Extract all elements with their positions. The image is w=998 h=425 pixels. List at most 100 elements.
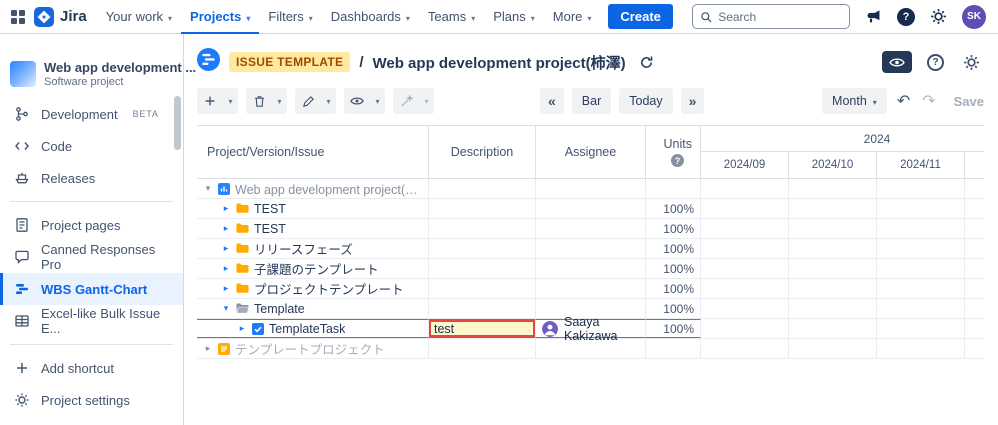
column-header-units[interactable]: Units ? [646, 126, 701, 178]
units-cell[interactable]: 100% [646, 319, 701, 338]
tools-button[interactable] [393, 88, 434, 114]
visibility-toggle-button[interactable] [882, 51, 912, 73]
timeline-cell[interactable] [701, 239, 984, 258]
expand-chevron-icon[interactable] [221, 204, 231, 213]
timeline-cell[interactable] [701, 179, 984, 198]
units-cell[interactable]: 100% [646, 199, 701, 218]
edit-button[interactable] [295, 88, 336, 114]
assignee-cell[interactable]: Saaya Kakizawa [536, 319, 646, 338]
project-header[interactable]: Web app development ... Software project [0, 46, 183, 98]
save-button[interactable]: Save [954, 94, 984, 109]
expand-chevron-icon[interactable] [203, 344, 213, 353]
zoom-level-dropdown[interactable]: Month [822, 88, 887, 114]
units-cell[interactable]: 100% [646, 239, 701, 258]
search-input[interactable] [718, 10, 842, 24]
description-cell[interactable] [429, 199, 536, 218]
units-cell[interactable]: 100% [646, 299, 701, 318]
assignee-cell[interactable] [536, 339, 646, 358]
sidebar-item-wbs-gantt-chart[interactable]: WBS Gantt-Chart [0, 273, 183, 305]
nav-dashboards[interactable]: Dashboards [322, 0, 419, 34]
gantt-settings-gear-icon[interactable] [959, 50, 984, 75]
collapse-chevron-icon[interactable] [221, 304, 231, 313]
column-header-project[interactable]: Project/Version/Issue [197, 126, 429, 178]
units-cell[interactable]: 100% [646, 259, 701, 278]
assignee-cell[interactable] [536, 279, 646, 298]
nav-plans[interactable]: Plans [484, 0, 544, 34]
nav-projects[interactable]: Projects [181, 0, 259, 34]
table-row-folder[interactable]: リリースフェーズ 100% [197, 239, 984, 259]
timeline-cell[interactable] [701, 319, 984, 338]
sidebar-item-project-pages[interactable]: Project pages [0, 209, 183, 241]
assignee-cell[interactable] [536, 239, 646, 258]
announcements-icon[interactable] [861, 4, 886, 29]
sidebar-scrollbar[interactable] [174, 96, 181, 150]
scroll-right-button[interactable]: » [681, 88, 705, 114]
timeline-cell[interactable] [701, 259, 984, 278]
description-cell[interactable] [429, 259, 536, 278]
table-row-folder[interactable]: プロジェクトテンプレート 100% [197, 279, 984, 299]
timeline-cell[interactable] [701, 199, 984, 218]
column-header-description[interactable]: Description [429, 126, 536, 178]
sidebar-item-releases[interactable]: Releases [0, 162, 183, 194]
global-search[interactable] [692, 4, 850, 29]
user-avatar[interactable]: SK [962, 5, 986, 29]
assignee-cell[interactable] [536, 259, 646, 278]
units-cell[interactable]: 100% [646, 219, 701, 238]
help-icon[interactable]: ? [927, 54, 944, 71]
table-row-project[interactable]: Web app development project(柿澤) [197, 179, 984, 199]
collapse-chevron-icon[interactable] [203, 184, 213, 193]
table-row-folder[interactable]: TEST 100% [197, 199, 984, 219]
table-row-folder[interactable]: TEST 100% [197, 219, 984, 239]
description-cell[interactable] [429, 179, 536, 198]
units-cell[interactable] [646, 179, 701, 198]
assignee-cell[interactable] [536, 219, 646, 238]
nav-more[interactable]: More [544, 0, 601, 34]
sidebar-item-bulk-issue-editor[interactable]: Excel-like Bulk Issue E... [0, 305, 183, 337]
description-cell[interactable] [429, 219, 536, 238]
redo-button[interactable]: ↷ [920, 91, 937, 111]
units-help-icon[interactable]: ? [671, 154, 684, 167]
description-cell[interactable] [429, 279, 536, 298]
help-icon[interactable]: ? [897, 8, 915, 26]
timeline-cell[interactable] [701, 299, 984, 318]
nav-teams[interactable]: Teams [419, 0, 484, 34]
sidebar-item-code[interactable]: Code [0, 130, 183, 162]
description-cell[interactable] [429, 339, 536, 358]
units-cell[interactable] [646, 339, 701, 358]
add-issue-button[interactable] [197, 88, 238, 114]
create-button[interactable]: Create [608, 4, 672, 29]
expand-chevron-icon[interactable] [237, 324, 247, 333]
expand-chevron-icon[interactable] [221, 244, 231, 253]
expand-chevron-icon[interactable] [221, 264, 231, 273]
column-header-assignee[interactable]: Assignee [536, 126, 646, 178]
refresh-icon[interactable] [635, 51, 658, 74]
settings-gear-icon[interactable] [926, 4, 951, 29]
delete-button[interactable] [246, 88, 287, 114]
units-cell[interactable]: 100% [646, 279, 701, 298]
description-cell[interactable] [429, 299, 536, 318]
timeline-cell[interactable] [701, 219, 984, 238]
nav-your-work[interactable]: Your work [97, 0, 181, 34]
table-row-template-project[interactable]: テンプレートプロジェクト [197, 339, 984, 359]
today-button[interactable]: Today [619, 88, 672, 114]
timeline-cell[interactable] [701, 339, 984, 358]
table-row-folder[interactable]: 子課題のテンプレート 100% [197, 259, 984, 279]
assignee-cell[interactable] [536, 179, 646, 198]
view-options-button[interactable] [344, 88, 385, 114]
sidebar-item-add-shortcut[interactable]: Add shortcut [0, 352, 183, 384]
scroll-left-button[interactable]: « [540, 88, 564, 114]
table-row-task-selected[interactable]: TemplateTask test Saaya Kakizawa 100% [197, 319, 984, 339]
description-cell-editing[interactable]: test [429, 319, 536, 338]
nav-filters[interactable]: Filters [259, 0, 321, 34]
jira-logo[interactable]: Jira [34, 7, 87, 27]
sidebar-item-project-settings[interactable]: Project settings [0, 384, 183, 416]
expand-chevron-icon[interactable] [221, 284, 231, 293]
assignee-cell[interactable] [536, 199, 646, 218]
description-cell[interactable] [429, 239, 536, 258]
sidebar-item-development[interactable]: Development BETA [0, 98, 183, 130]
bar-mode-button[interactable]: Bar [572, 88, 611, 114]
undo-button[interactable]: ↶ [895, 91, 912, 111]
timeline-cell[interactable] [701, 279, 984, 298]
sidebar-item-canned-responses[interactable]: Canned Responses Pro [0, 241, 183, 273]
expand-chevron-icon[interactable] [221, 224, 231, 233]
